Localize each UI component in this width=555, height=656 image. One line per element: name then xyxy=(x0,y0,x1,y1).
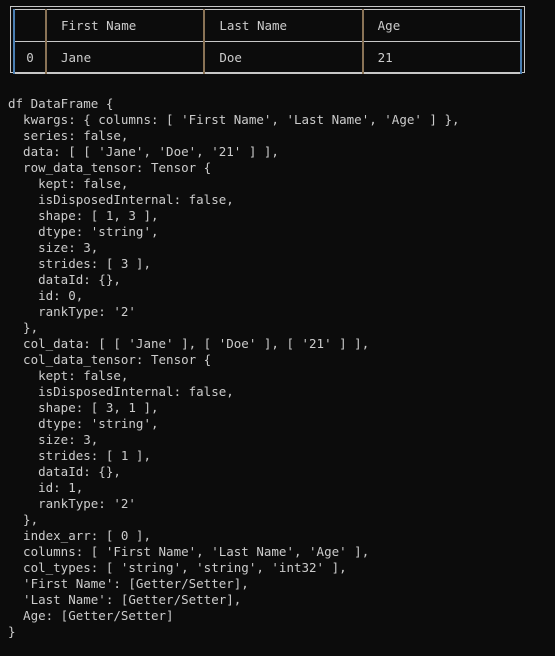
dataframe-table: First Name Last Name Age 0 Jane Doe 21 xyxy=(13,9,522,74)
console-line: isDisposedInternal: false, xyxy=(8,192,234,207)
console-line: strides: [ 3 ], xyxy=(8,256,151,271)
table-header-row: First Name Last Name Age xyxy=(14,9,522,42)
console-line: col_data_tensor: Tensor { xyxy=(8,352,212,367)
console-line: kwargs: { columns: [ 'First Name', 'Last… xyxy=(8,112,460,127)
console-line: } xyxy=(8,624,16,639)
dataframe-table-frame: First Name Last Name Age 0 Jane Doe 21 xyxy=(10,6,525,74)
console-line: dataId: {}, xyxy=(8,272,121,287)
console-line: data: [ [ 'Jane', 'Doe', '21' ] ], xyxy=(8,144,279,159)
console-line: size: 3, xyxy=(8,240,99,255)
column-header-first-name: First Name xyxy=(44,9,205,42)
console-line: Age: [Getter/Setter] xyxy=(8,608,174,623)
console-line: dtype: 'string', xyxy=(8,224,159,239)
console-line: dtype: 'string', xyxy=(8,416,159,431)
console-line: dataId: {}, xyxy=(8,464,121,479)
console-line: 'Last Name': [Getter/Setter], xyxy=(8,592,242,607)
console-line: col_data: [ [ 'Jane' ], [ 'Doe' ], [ '21… xyxy=(8,336,370,351)
column-header-last-name: Last Name xyxy=(203,9,364,42)
console-line: strides: [ 1 ], xyxy=(8,448,151,463)
console-line: id: 1, xyxy=(8,480,84,495)
console-line: df DataFrame { xyxy=(8,96,114,111)
console-line: index_arr: [ 0 ], xyxy=(8,528,151,543)
console-line: columns: [ 'First Name', 'Last Name', 'A… xyxy=(8,544,370,559)
table-row: 0 Jane Doe 21 xyxy=(14,41,522,74)
cell-last-name: Doe xyxy=(203,41,364,74)
console-output: df DataFrame { kwargs: { columns: [ 'Fir… xyxy=(8,96,460,640)
column-header-age: Age xyxy=(361,9,522,42)
console-line: }, xyxy=(8,512,39,527)
console-line: }, xyxy=(8,320,39,335)
row-index: 0 xyxy=(14,41,47,74)
index-column-header xyxy=(14,9,47,42)
console-line: shape: [ 1, 3 ], xyxy=(8,208,159,223)
console-line: shape: [ 3, 1 ], xyxy=(8,400,159,415)
console-line: kept: false, xyxy=(8,368,129,383)
console-line: size: 3, xyxy=(8,432,99,447)
console-line: isDisposedInternal: false, xyxy=(8,384,234,399)
console-line: kept: false, xyxy=(8,176,129,191)
console-line: rankType: '2' xyxy=(8,304,136,319)
console-line: col_types: [ 'string', 'string', 'int32'… xyxy=(8,560,347,575)
console-line: id: 0, xyxy=(8,288,84,303)
cell-age: 21 xyxy=(361,41,522,74)
console-line: rankType: '2' xyxy=(8,496,136,511)
console-line: series: false, xyxy=(8,128,129,143)
console-line: 'First Name': [Getter/Setter], xyxy=(8,576,249,591)
console-line: row_data_tensor: Tensor { xyxy=(8,160,212,175)
cell-first-name: Jane xyxy=(44,41,205,74)
